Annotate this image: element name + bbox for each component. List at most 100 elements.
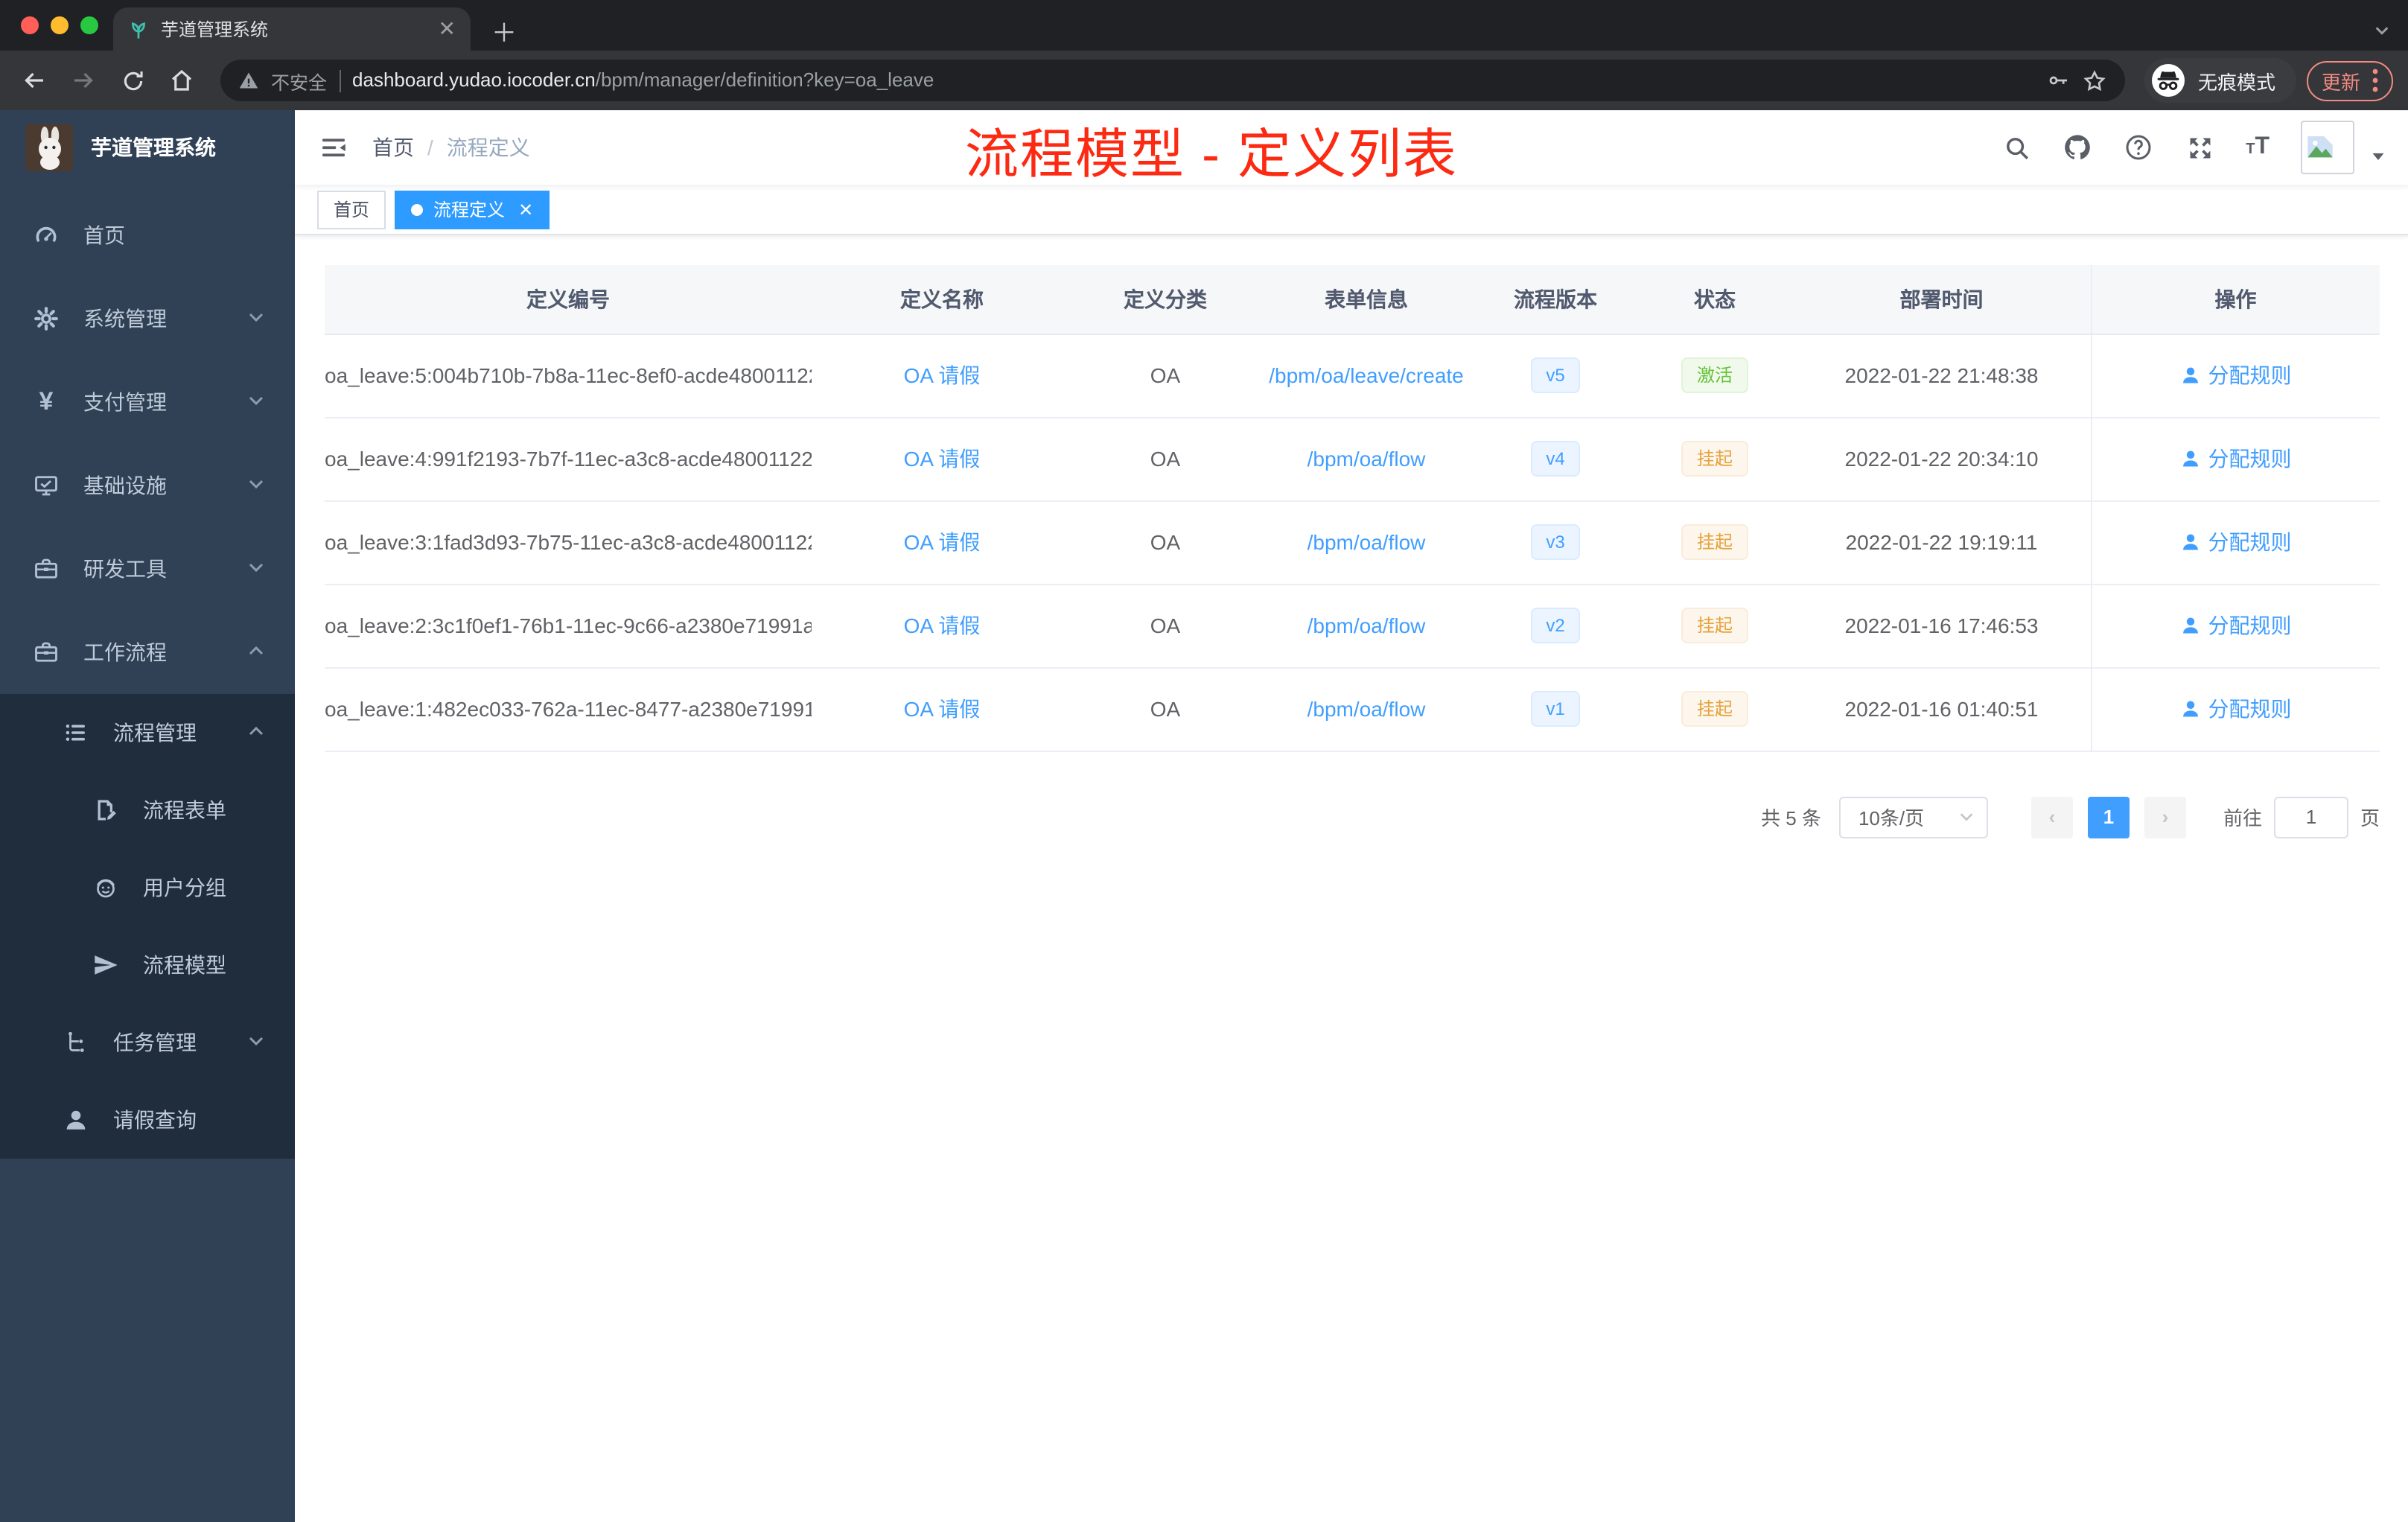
update-button[interactable]: 更新 (2306, 60, 2393, 101)
form-info-link[interactable]: /bpm/oa/flow (1307, 447, 1426, 471)
page-content: 定义编号 定义名称 定义分类 表单信息 流程版本 状态 部署时间 操作 oa_leave:5:… (295, 235, 2408, 1522)
cell-form-info: /bpm/oa/flow (1258, 584, 1474, 668)
user-avatar[interactable] (2301, 121, 2354, 174)
font-size-icon[interactable]: TT (2246, 134, 2270, 161)
sidebar-item-system[interactable]: 系统管理 (0, 277, 295, 360)
minimize-window-button[interactable] (51, 16, 69, 34)
robot-icon (92, 874, 119, 901)
form-info-link[interactable]: /bpm/oa/flow (1307, 697, 1426, 721)
definition-name-link[interactable]: OA 请假 (904, 697, 981, 721)
avatar-caret-icon[interactable] (2371, 144, 2386, 171)
bookmark-star-icon[interactable] (2082, 68, 2107, 93)
sidebar-item-process-form[interactable]: 流程表单 (0, 771, 295, 849)
page-unit-label: 页 (2360, 807, 2380, 830)
browser-menu-dots-icon[interactable] (2372, 69, 2378, 92)
assign-rule-button[interactable]: 分配规则 (2180, 360, 2292, 390)
close-window-button[interactable] (21, 16, 39, 34)
tab-close-icon[interactable]: ✕ (439, 16, 456, 42)
sidebar-item-label: 首页 (83, 223, 125, 247)
page-size-select[interactable]: 10条/页 (1838, 796, 1988, 838)
form-info-link[interactable]: /bpm/oa/leave/create (1269, 363, 1464, 387)
fullscreen-icon[interactable] (2185, 133, 2214, 162)
help-icon[interactable] (2124, 133, 2153, 162)
version-badge: v4 (1531, 441, 1580, 477)
address-bar[interactable]: 不安全 dashboard.yudao.iocoder.cn/bpm/manag… (220, 60, 2125, 101)
reload-button[interactable] (113, 61, 152, 100)
sidebar-item-infra[interactable]: 基础设施 (0, 444, 295, 527)
home-button[interactable] (162, 61, 201, 100)
sidebar-item-task-mgmt[interactable]: 任务管理 (0, 1004, 295, 1081)
sidebar-item-devtools[interactable]: 研发工具 (0, 527, 295, 611)
sidebar-item-process-mgmt[interactable]: 流程管理 (0, 694, 295, 771)
sidebar-collapse-icon[interactable] (319, 133, 348, 162)
breadcrumb-home[interactable]: 首页 (372, 133, 414, 162)
definition-name-link[interactable]: OA 请假 (904, 614, 981, 637)
sidebar-item-payment[interactable]: ¥ 支付管理 (0, 360, 295, 444)
goto-page-input[interactable]: 1 (2273, 796, 2348, 838)
assign-rule-button[interactable]: 分配规则 (2180, 444, 2292, 474)
assign-rule-button[interactable]: 分配规则 (2180, 694, 2292, 724)
prev-page-button[interactable]: ‹ (2030, 796, 2073, 838)
not-secure-warning-icon[interactable] (238, 70, 259, 91)
cell-status: 激活 (1637, 334, 1793, 418)
forward-button[interactable] (64, 61, 103, 100)
sidebar-item-workflow[interactable]: 工作流程 (0, 611, 295, 694)
url-path: /bpm/manager/definition?key=oa_leave (595, 69, 934, 91)
back-button[interactable] (15, 61, 54, 100)
column-header: 流程版本 (1474, 265, 1637, 334)
status-badge: 挂起 (1681, 441, 1748, 477)
definition-name-link[interactable]: OA 请假 (904, 447, 981, 471)
sidebar-item-label: 系统管理 (83, 307, 167, 331)
screen: 芋道管理系统 ✕ ＋ 不安全 dashboard.yudao.iocoder.c… (0, 0, 2408, 1522)
sidebar-item-label: 支付管理 (83, 390, 167, 414)
column-header: 定义名称 (812, 265, 1072, 334)
chevron-down-icon (247, 557, 265, 581)
sidebar-logo[interactable]: 芋道管理系统 (0, 110, 295, 185)
tag-active[interactable]: 流程定义 ✕ (395, 190, 550, 229)
chevron-down-icon (247, 474, 265, 497)
url-text[interactable]: dashboard.yudao.iocoder.cn/bpm/manager/d… (352, 67, 934, 94)
github-icon[interactable] (2063, 133, 2092, 162)
browser-tab[interactable]: 芋道管理系统 ✕ (113, 7, 471, 51)
assign-rule-button[interactable]: 分配规则 (2180, 527, 2292, 557)
assign-rule-label: 分配规则 (2208, 614, 2292, 637)
sidebar-item-home[interactable]: 首页 (0, 194, 295, 277)
assign-rule-button[interactable]: 分配规则 (2180, 611, 2292, 640)
tab-search-chevron-icon[interactable] (2374, 19, 2390, 46)
cell-definition-id: oa_leave:1:482ec033-762a-11ec-8477-a2380… (325, 667, 812, 751)
tree-icon (63, 1029, 89, 1056)
current-page-button[interactable]: 1 (2087, 796, 2130, 838)
assign-rule-label: 分配规则 (2208, 697, 2292, 721)
status-badge: 挂起 (1681, 524, 1748, 560)
definition-name-link[interactable]: OA 请假 (904, 363, 981, 387)
definition-table: 定义编号 定义名称 定义分类 表单信息 流程版本 状态 部署时间 操作 oa_leave:5:… (325, 265, 2380, 751)
tag-close-icon[interactable]: ✕ (518, 199, 533, 220)
tag-item[interactable]: 首页 (317, 190, 386, 229)
browser-tabstrip: 芋道管理系统 ✕ ＋ (0, 0, 2408, 51)
sidebar-item-user-group[interactable]: 用户分组 (0, 849, 295, 926)
next-page-button[interactable]: › (2144, 796, 2186, 838)
form-info-link[interactable]: /bpm/oa/flow (1307, 530, 1426, 554)
sidebar-item-leave-query[interactable]: 请假查询 (0, 1081, 295, 1159)
list-icon (63, 719, 89, 746)
definition-name-link[interactable]: OA 请假 (904, 530, 981, 554)
cell-form-info: /bpm/oa/flow (1258, 667, 1474, 751)
zoom-window-button[interactable] (80, 16, 98, 34)
search-icon[interactable] (2001, 133, 2031, 162)
sidebar: 芋道管理系统 首页系统管理 ¥ 支付管理 基础设施 研发工具 工作流程 流程管理 流程表单用户… (0, 110, 295, 1522)
sidebar-item-process-model[interactable]: 流程模型 (0, 926, 295, 1004)
table-row: oa_leave:3:1fad3d93-7b75-11ec-a3c8-acde4… (325, 500, 2380, 585)
cell-category: OA (1072, 584, 1258, 668)
status-badge: 挂起 (1681, 691, 1748, 727)
cell-definition-name: OA 请假 (812, 334, 1072, 418)
cell-status: 挂起 (1637, 667, 1793, 751)
assign-rule-label: 分配规则 (2208, 447, 2292, 471)
cell-form-info: /bpm/oa/flow (1258, 417, 1474, 501)
not-secure-label[interactable]: 不安全 (271, 66, 327, 95)
password-key-icon[interactable] (2046, 69, 2070, 92)
sidebar-item-label: 用户分组 (143, 876, 226, 899)
new-tab-button[interactable]: ＋ (491, 12, 517, 49)
person-icon (2180, 448, 2201, 469)
cell-definition-id: oa_leave:2:3c1f0ef1-76b1-11ec-9c66-a2380… (325, 584, 812, 668)
form-info-link[interactable]: /bpm/oa/flow (1307, 614, 1426, 637)
